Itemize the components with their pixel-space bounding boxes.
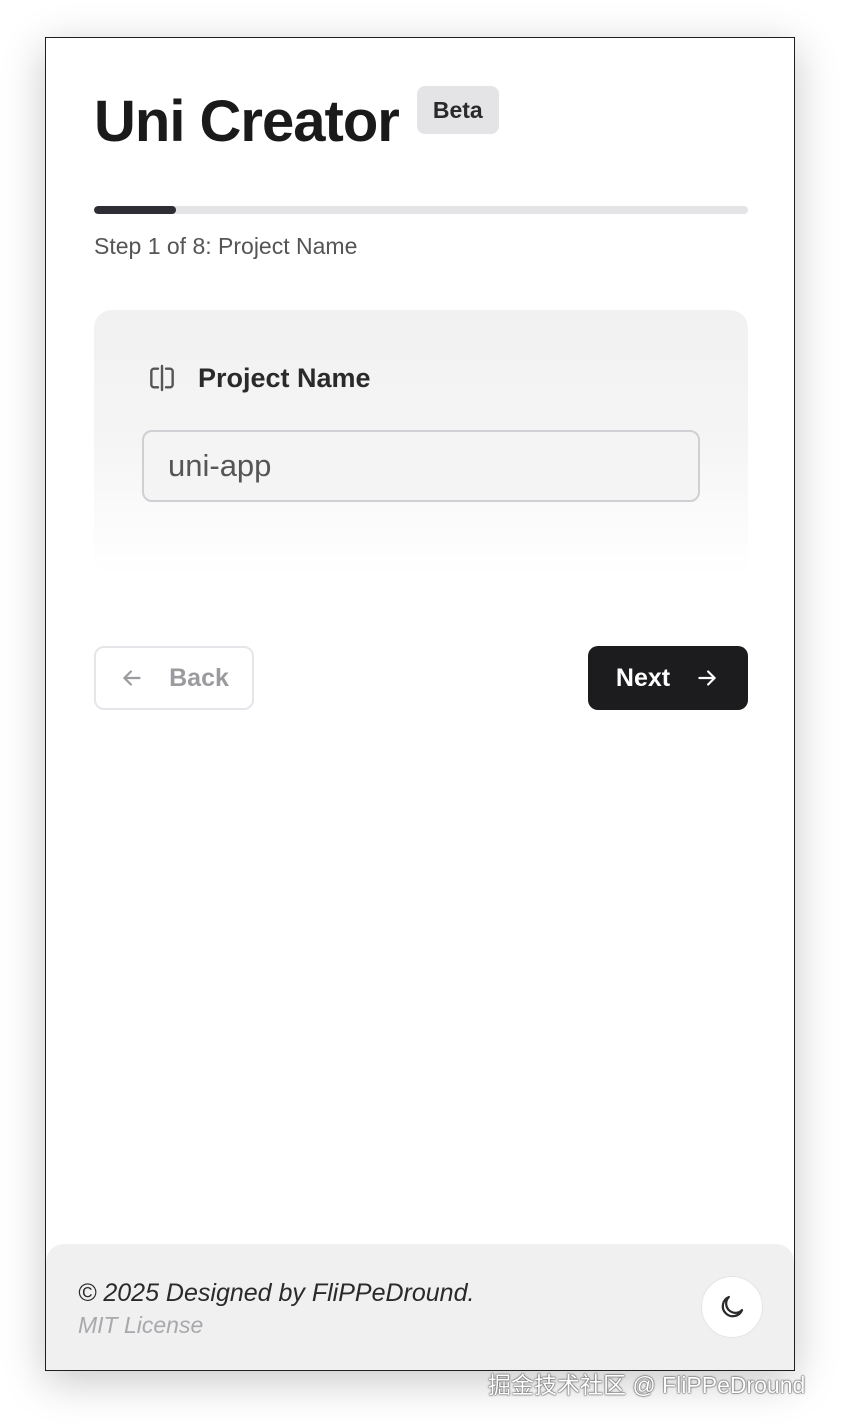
next-button-label: Next: [615, 663, 671, 692]
theme-toggle-button[interactable]: [701, 1276, 763, 1338]
footer: © 2025 Designed by FliPPeDround. MIT Lic…: [46, 1244, 794, 1370]
arrow-right-icon: [698, 670, 716, 686]
project-name-label: Project Name: [198, 363, 371, 393]
beta-badge: Beta: [416, 86, 499, 134]
next-button[interactable]: Next: [588, 646, 748, 710]
app-title: Uni Creator: [94, 89, 400, 154]
field-label-row: Project Name: [146, 358, 371, 398]
form-card: Project Name: [94, 310, 748, 576]
step-indicator: Step 1 of 8: Project Name: [94, 233, 358, 259]
footer-license: MIT License: [78, 1312, 204, 1338]
arrow-left-icon: [123, 670, 141, 686]
project-name-input[interactable]: [142, 430, 700, 502]
back-button-label: Back: [169, 663, 229, 692]
back-button[interactable]: Back: [94, 646, 254, 710]
header: Uni Creator Beta: [94, 86, 499, 158]
progress-bar-fill: [94, 206, 176, 214]
footer-copyright: © 2025 Designed by FliPPeDround.: [78, 1279, 475, 1307]
moon-icon: [721, 1295, 744, 1318]
progress-bar: [94, 206, 748, 214]
app-window: Uni Creator Beta Step 1 of 8: Project Na…: [45, 37, 795, 1371]
watermark: 掘金技术社区 @ FliPPeDround: [488, 1372, 806, 1398]
text-cursor-input-icon: [146, 362, 178, 394]
